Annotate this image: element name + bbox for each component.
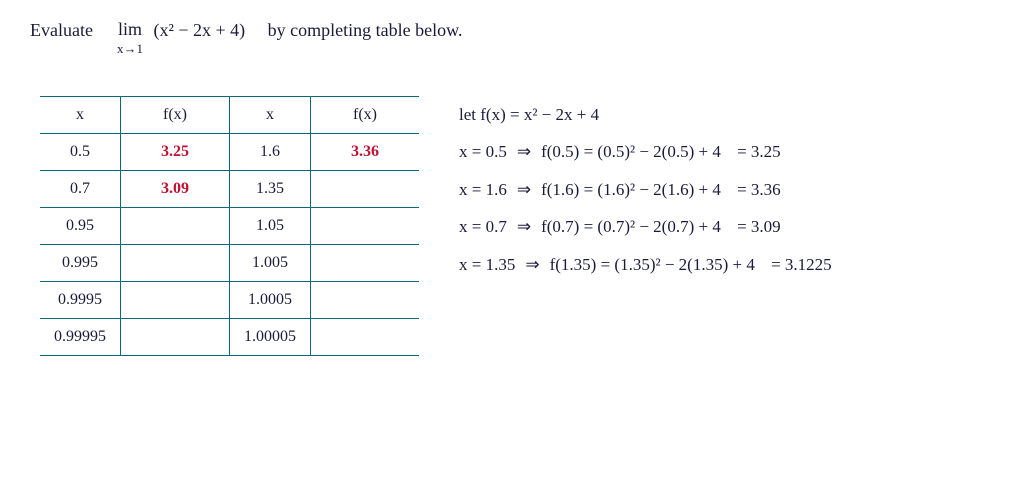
cell-fx-left	[121, 245, 230, 282]
cell-fx-right	[311, 208, 420, 245]
col-fx-right: f(x)	[311, 97, 420, 134]
work-result: = 3.1225	[767, 255, 832, 274]
col-x-right: x	[230, 97, 311, 134]
work-line: x = 0.7 ⇒ f(0.7) = (0.7)² − 2(0.7) + 4 = 3…	[459, 208, 832, 245]
work-x: x = 0.7	[459, 217, 507, 236]
cell-x-left: 0.7	[40, 171, 121, 208]
work-line: x = 1.6 ⇒ f(1.6) = (1.6)² − 2(1.6) + 4 = 3…	[459, 171, 832, 208]
cell-x-left: 0.99995	[40, 319, 121, 356]
arrow-icon: ⇒	[525, 246, 539, 283]
cell-x-right: 1.6	[230, 134, 311, 171]
cell-x-left: 0.995	[40, 245, 121, 282]
cell-x-right: 1.05	[230, 208, 311, 245]
work-x: x = 0.5	[459, 142, 507, 161]
work-x: x = 1.35	[459, 255, 515, 274]
work-line: x = 1.35 ⇒ f(1.35) = (1.35)² − 2(1.35) + 4…	[459, 246, 832, 283]
cell-x-right: 1.35	[230, 171, 311, 208]
table-row: 0.53.251.63.36	[40, 134, 419, 171]
table-row: 0.73.091.35	[40, 171, 419, 208]
cell-x-right: 1.00005	[230, 319, 311, 356]
col-fx-left: f(x)	[121, 97, 230, 134]
cell-fx-right	[311, 171, 420, 208]
work-area: let f(x) = x² − 2x + 4 x = 0.5 ⇒ f(0.5) = …	[459, 96, 832, 356]
work-fexpr: f(0.5) = (0.5)² − 2(0.5) + 4	[541, 142, 721, 161]
arrow-icon: ⇒	[517, 133, 531, 170]
cell-fx-right: 3.36	[311, 134, 420, 171]
problem-title: Evaluate lim x→1 (x² − 2x + 4) by comple…	[30, 20, 994, 56]
work-fexpr: f(1.6) = (1.6)² − 2(1.6) + 4	[541, 180, 721, 199]
work-fexpr: f(1.35) = (1.35)² − 2(1.35) + 4	[550, 255, 755, 274]
work-line: x = 0.5 ⇒ f(0.5) = (0.5)² − 2(0.5) + 4 = 3…	[459, 133, 832, 170]
let-line: let f(x) = x² − 2x + 4	[459, 96, 832, 133]
col-x-left: x	[40, 97, 121, 134]
cell-x-right: 1.005	[230, 245, 311, 282]
cell-fx-left: 3.09	[121, 171, 230, 208]
work-result: = 3.36	[733, 180, 781, 199]
cell-fx-left: 3.25	[121, 134, 230, 171]
cell-x-left: 0.9995	[40, 282, 121, 319]
cell-fx-left	[121, 319, 230, 356]
arrow-icon: ⇒	[517, 208, 531, 245]
cell-x-left: 0.95	[40, 208, 121, 245]
evaluate-word: Evaluate	[30, 20, 93, 40]
work-x: x = 1.6	[459, 180, 507, 199]
arrow-icon: ⇒	[517, 171, 531, 208]
table-row: 0.99995 1.00005	[40, 319, 419, 356]
cell-fx-left	[121, 282, 230, 319]
values-table: x f(x) x f(x) 0.53.251.63.360.73.091.350…	[40, 96, 419, 356]
table-row: 0.995 1.005	[40, 245, 419, 282]
cell-fx-right	[311, 319, 420, 356]
table-row: 0.95 1.05	[40, 208, 419, 245]
work-result: = 3.09	[733, 217, 781, 236]
cell-fx-right	[311, 245, 420, 282]
cell-fx-right	[311, 282, 420, 319]
lim-sub: x→1	[117, 41, 143, 56]
title-rest: by completing table below.	[268, 20, 463, 40]
work-fexpr: f(0.7) = (0.7)² − 2(0.7) + 4	[541, 217, 721, 236]
lim-word: lim	[118, 19, 142, 39]
cell-fx-left	[121, 208, 230, 245]
cell-x-left: 0.5	[40, 134, 121, 171]
cell-x-right: 1.0005	[230, 282, 311, 319]
table-header-row: x f(x) x f(x)	[40, 97, 419, 134]
table-row: 0.9995 1.0005	[40, 282, 419, 319]
work-result: = 3.25	[733, 142, 781, 161]
limit-expression: (x² − 2x + 4)	[153, 20, 245, 40]
limit-notation: lim x→1	[117, 20, 143, 56]
